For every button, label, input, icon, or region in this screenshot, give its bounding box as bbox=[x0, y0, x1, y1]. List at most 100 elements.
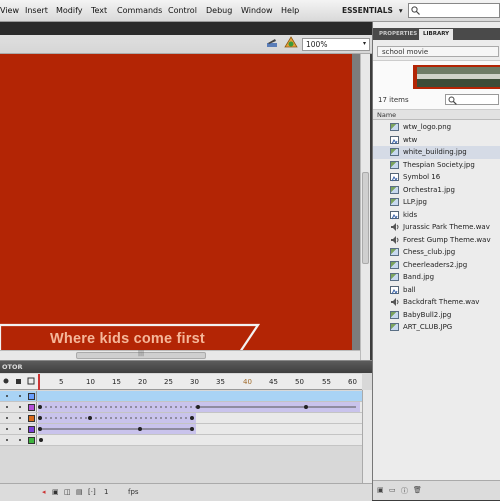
motion-tween[interactable] bbox=[38, 424, 196, 434]
center-frame-icon[interactable]: ◂ bbox=[42, 488, 46, 496]
library-item-label: Backdraft Theme.wav bbox=[403, 298, 480, 306]
menu-insert[interactable]: Insert bbox=[25, 6, 48, 15]
workspace-switcher[interactable]: ESSENTIALS ▾ bbox=[338, 3, 407, 19]
library-item-label: ball bbox=[403, 285, 416, 294]
library-item-label: wtw_logo.png bbox=[403, 123, 452, 131]
library-item-label: Forest Gump Theme.wav bbox=[403, 235, 491, 244]
onion-skin-icon[interactable]: ▣ bbox=[52, 488, 59, 496]
tab-properties[interactable]: PROPERTIES bbox=[375, 29, 421, 40]
zoom-select[interactable]: 100% ▾ bbox=[302, 38, 370, 51]
library-item[interactable]: white_building.jpg bbox=[373, 146, 500, 159]
library-item[interactable]: wtw bbox=[373, 134, 500, 147]
library-item[interactable]: Thespian Society.jpg bbox=[373, 159, 500, 172]
scroll-thumb[interactable] bbox=[362, 172, 369, 264]
library-item[interactable]: Jurassic Park Theme.wav bbox=[373, 221, 500, 234]
library-item-label: Jurassic Park Theme.wav bbox=[403, 223, 490, 231]
library-item[interactable]: Symbol 16 bbox=[373, 171, 500, 184]
frame-number: 10 bbox=[86, 378, 95, 386]
timeline-vertical-scrollbar[interactable] bbox=[362, 390, 372, 483]
library-item[interactable]: BabyBull2.jpg bbox=[373, 309, 500, 322]
library-item[interactable]: Chess_club.jpg bbox=[373, 246, 500, 259]
frame-number: 15 bbox=[112, 378, 121, 386]
grip-icon: ||| bbox=[138, 350, 145, 357]
banner-text[interactable]: Where kids come first bbox=[50, 331, 205, 347]
document-tab-strip bbox=[0, 22, 372, 35]
library-item-label: Band.jpg bbox=[403, 273, 435, 281]
edit-bar: 100% ▾ bbox=[0, 22, 372, 54]
bitmap-icon bbox=[390, 273, 399, 281]
frame-ruler[interactable]: 5 10 15 20 25 30 35 40 45 50 55 60 bbox=[0, 374, 362, 390]
library-search-input[interactable] bbox=[445, 94, 499, 105]
layer-row[interactable] bbox=[0, 413, 362, 424]
bitmap-icon bbox=[390, 160, 399, 169]
menu-modify[interactable]: Modify bbox=[56, 6, 83, 15]
library-item[interactable]: ball bbox=[373, 284, 500, 297]
search-icon bbox=[411, 6, 420, 15]
menu-view[interactable]: View bbox=[0, 6, 19, 15]
name-column-header[interactable]: Name bbox=[373, 110, 500, 120]
layer-row[interactable] bbox=[0, 424, 362, 435]
sound-icon bbox=[390, 298, 399, 306]
library-item[interactable]: LLP.jpg bbox=[373, 196, 500, 209]
stage-canvas[interactable] bbox=[0, 54, 352, 350]
layer-row[interactable] bbox=[0, 402, 362, 413]
library-item[interactable]: Cheerleaders2.jpg bbox=[373, 259, 500, 272]
bitmap-icon bbox=[390, 310, 399, 319]
timeline-tab[interactable]: OTOR bbox=[0, 361, 372, 373]
new-folder-icon[interactable]: ▭ bbox=[389, 486, 396, 494]
motion-tween[interactable] bbox=[38, 402, 360, 412]
library-item-label: BabyBull2.jpg bbox=[403, 310, 452, 319]
library-item[interactable]: ART_CLUB.JPG bbox=[373, 321, 500, 334]
layer-frames[interactable] bbox=[38, 391, 362, 401]
layer-row[interactable] bbox=[0, 435, 362, 446]
library-item[interactable]: Backdraft Theme.wav bbox=[373, 296, 500, 309]
layer-color-swatch bbox=[28, 426, 35, 433]
edit-scene-icon[interactable] bbox=[284, 36, 298, 49]
fps-label: fps bbox=[128, 488, 139, 496]
library-item[interactable]: Orchestra1.jpg bbox=[373, 184, 500, 197]
bitmap-icon bbox=[390, 185, 399, 194]
menu-help[interactable]: Help bbox=[281, 6, 299, 15]
onion-markers-icon[interactable]: [·] bbox=[88, 488, 96, 496]
menu-control[interactable]: Control bbox=[168, 6, 197, 15]
timeline-footer: ◂ ▣ ◫ ▤ [·] 1 fps bbox=[0, 483, 372, 501]
symbol-icon bbox=[390, 285, 399, 294]
tab-library[interactable]: LIBRARY bbox=[419, 29, 454, 40]
eye-icon bbox=[3, 378, 9, 384]
layer-color-swatch bbox=[28, 415, 35, 422]
frame-number: 45 bbox=[269, 378, 278, 386]
properties-icon[interactable]: ⓘ bbox=[401, 486, 408, 496]
sound-icon bbox=[390, 235, 399, 244]
edit-multiple-frames-icon[interactable]: ▤ bbox=[76, 488, 83, 496]
onion-outline-icon[interactable]: ◫ bbox=[64, 488, 71, 496]
layer-frames[interactable] bbox=[38, 435, 48, 445]
bitmap-icon bbox=[390, 248, 399, 256]
zoom-value: 100% bbox=[306, 40, 328, 49]
help-search-input[interactable] bbox=[408, 3, 500, 18]
layer-color-swatch bbox=[28, 393, 35, 400]
delete-icon[interactable]: 🗑 bbox=[413, 486, 422, 494]
library-item[interactable]: Forest Gump Theme.wav bbox=[373, 234, 500, 247]
frame-number: 50 bbox=[295, 378, 304, 386]
stage-horizontal-scrollbar[interactable]: ||| bbox=[0, 350, 360, 360]
library-document-select[interactable]: school movie bbox=[377, 46, 499, 57]
preview-building-image bbox=[417, 67, 500, 87]
library-item[interactable]: Band.jpg bbox=[373, 271, 500, 284]
library-item-label: ART_CLUB.JPG bbox=[403, 323, 453, 331]
library-item-label: wtw bbox=[403, 135, 418, 144]
menu-window[interactable]: Window bbox=[241, 6, 273, 15]
stage-vertical-scrollbar[interactable] bbox=[360, 54, 370, 360]
frame-number: 35 bbox=[216, 378, 225, 386]
new-symbol-icon[interactable]: ▣ bbox=[377, 486, 384, 494]
layer-row[interactable] bbox=[0, 391, 362, 402]
edit-symbols-icon[interactable] bbox=[266, 38, 278, 48]
library-item[interactable]: wtw_logo.png bbox=[373, 121, 500, 134]
playhead[interactable] bbox=[38, 374, 40, 390]
layer-header-icons bbox=[3, 377, 35, 385]
menu-text[interactable]: Text bbox=[91, 6, 107, 15]
library-item-label: LLP.jpg bbox=[403, 198, 427, 206]
menu-commands[interactable]: Commands bbox=[117, 6, 162, 15]
menu-debug[interactable]: Debug bbox=[206, 6, 232, 15]
library-item[interactable]: kids bbox=[373, 209, 500, 222]
motion-tween[interactable] bbox=[38, 413, 196, 423]
